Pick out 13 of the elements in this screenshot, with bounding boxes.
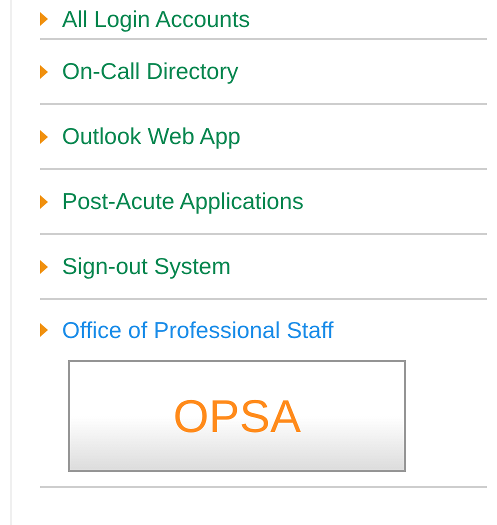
nav-link[interactable]: Post-Acute Applications	[62, 188, 304, 215]
nav-link[interactable]: Sign-out System	[62, 253, 231, 280]
nav-link[interactable]: Outlook Web App	[62, 123, 241, 150]
nav-link[interactable]: Office of Professional Staff	[62, 316, 334, 344]
opsa-button[interactable]: OPSA	[68, 360, 406, 472]
triangle-icon	[40, 12, 48, 26]
triangle-icon	[40, 64, 48, 78]
triangle-icon	[40, 194, 48, 208]
nav-link[interactable]: On-Call Directory	[62, 58, 238, 85]
nav-link[interactable]: All Login Accounts	[62, 6, 250, 32]
triangle-icon	[40, 323, 48, 337]
triangle-icon	[40, 130, 48, 144]
triangle-icon	[40, 260, 48, 274]
